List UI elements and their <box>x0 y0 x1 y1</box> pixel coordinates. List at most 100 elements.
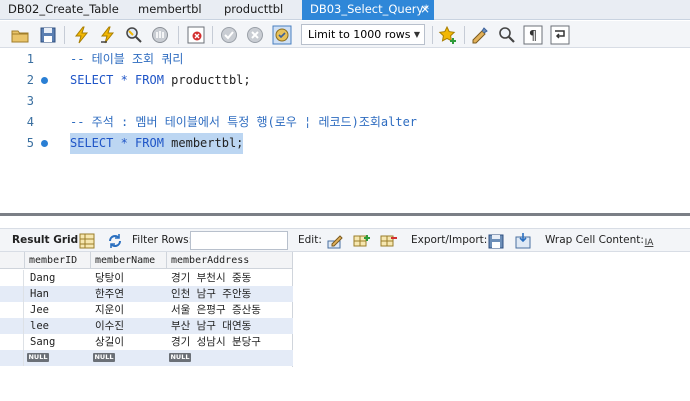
bookmark-star-icon[interactable] <box>438 25 458 45</box>
result-toolbar: Result Grid Filter Rows: Edit: Export/Im… <box>0 228 690 252</box>
code-text: -- 테이블 조회 쿼리 <box>70 52 184 66</box>
cell-memberaddress[interactable]: 인천 남구 주안동 <box>171 286 251 302</box>
save-icon[interactable] <box>38 25 58 45</box>
find-icon[interactable] <box>497 25 517 45</box>
cell-memberid[interactable]: lee <box>30 318 49 334</box>
cell-membername[interactable]: 상길이 <box>95 334 124 350</box>
autocommit-icon[interactable] <box>272 25 292 45</box>
tab-label: DB02_Create_Table <box>8 2 119 16</box>
table-row[interactable]: Dang 당탕이 경기 부천시 중동 <box>0 270 293 286</box>
editor-line: 1 -- 테이블 조회 쿼리 <box>0 49 690 70</box>
selected-code-text: SELECT * FROM membertbl; <box>70 133 244 154</box>
add-row-icon[interactable] <box>353 232 371 250</box>
row-marker <box>0 318 24 334</box>
table-row[interactable]: Sang 상길이 경기 성남시 분당구 <box>0 334 293 350</box>
new-row[interactable]: NULL NULL NULL <box>0 350 293 366</box>
cell-memberid[interactable]: Jee <box>30 302 49 318</box>
tab-db03-select-query[interactable]: DB03_Select_Query* <box>302 0 434 20</box>
toggle-error-icon[interactable] <box>186 25 206 45</box>
cell-membername[interactable]: 지운이 <box>95 302 124 318</box>
cell-memberaddress[interactable]: 부산 남구 대연동 <box>171 318 251 334</box>
cell-membername[interactable]: 당탕이 <box>95 270 124 286</box>
filter-rows-label: Filter Rows: <box>132 234 193 246</box>
column-header-membername[interactable]: memberName <box>91 252 167 269</box>
refresh-icon[interactable] <box>106 232 124 250</box>
result-panel-empty-area <box>0 367 690 401</box>
toolbar-divider <box>212 26 213 44</box>
cell-memberaddress[interactable]: 경기 부천시 중동 <box>171 270 251 286</box>
cell-memberaddress[interactable]: 경기 성남시 분당구 <box>171 334 261 350</box>
tab-label: DB03_Select_Query* <box>310 2 430 16</box>
table-row[interactable]: Jee 지운이 서울 은평구 증산동 <box>0 302 293 318</box>
limit-rows-value: Limit to 1000 rows <box>308 28 411 41</box>
edit-row-icon[interactable] <box>326 232 344 250</box>
row-marker <box>0 286 24 302</box>
close-tab-icon[interactable]: × <box>418 0 432 20</box>
delete-row-icon[interactable] <box>380 232 398 250</box>
editor-line: 5 SELECT * FROM membertbl; <box>0 133 690 154</box>
row-marker <box>0 302 24 318</box>
cell-memberid[interactable]: Han <box>30 286 49 302</box>
toolbar-divider <box>178 26 179 44</box>
export-import-label: Export/Import: <box>411 234 488 246</box>
line-number: 4 <box>26 115 34 129</box>
null-badge[interactable]: NULL <box>169 353 191 362</box>
toolbar-divider <box>64 26 65 44</box>
grid-view-icon[interactable] <box>78 232 96 250</box>
chevron-down-icon: ▼ <box>413 30 420 39</box>
invisible-chars-icon[interactable]: ¶ <box>523 25 543 45</box>
limit-rows-select[interactable]: Limit to 1000 rows ▼ <box>301 24 425 45</box>
cell-memberid[interactable]: Sang <box>30 334 55 350</box>
edit-label: Edit: <box>298 234 322 246</box>
line-number: 1 <box>26 52 34 66</box>
panel-splitter[interactable] <box>0 208 690 228</box>
result-grid[interactable]: memberID memberName memberAddress Dang 당… <box>0 252 293 367</box>
open-folder-icon[interactable] <box>10 25 30 45</box>
wrap-icon[interactable] <box>550 25 570 45</box>
tab-bar: DB02_Create_Table membertbl producttbl D… <box>0 0 690 20</box>
tab-membertbl[interactable]: membertbl <box>130 0 210 20</box>
cell-membername[interactable]: 한주연 <box>95 286 124 302</box>
rollback-icon[interactable] <box>245 25 265 45</box>
import-icon[interactable] <box>514 232 532 250</box>
line-number: 3 <box>26 94 34 108</box>
table-row[interactable]: lee 이수진 부산 남구 대연동 <box>0 318 293 334</box>
execute-line-icon[interactable] <box>98 25 118 45</box>
tab-label: producttbl <box>224 2 284 16</box>
cell-memberid[interactable]: Dang <box>30 270 55 286</box>
null-badge[interactable]: NULL <box>93 353 115 362</box>
null-badge[interactable]: NULL <box>27 353 49 362</box>
execute-icon[interactable] <box>72 25 92 45</box>
stop-icon[interactable] <box>150 25 170 45</box>
explain-icon[interactable] <box>124 25 144 45</box>
cell-membername[interactable]: 이수진 <box>95 318 124 334</box>
export-icon[interactable] <box>487 232 505 250</box>
result-grid-label[interactable]: Result Grid <box>12 229 78 252</box>
wrap-cell-icon[interactable]: IA <box>640 232 658 250</box>
line-number: 5 <box>26 136 34 150</box>
grid-corner-header <box>0 252 25 269</box>
tab-label: membertbl <box>138 2 202 16</box>
row-marker <box>0 334 24 350</box>
sql-editor[interactable]: 1 -- 테이블 조회 쿼리 2 SELECT * FROM producttb… <box>0 48 690 208</box>
row-marker <box>0 350 24 366</box>
tab-db02-create-table[interactable]: DB02_Create_Table <box>0 0 130 20</box>
code-text: -- 주석 : 멤버 테이블에서 특정 행(로우 ¦ 레코드)조회alter <box>70 115 418 129</box>
cell-memberaddress[interactable]: 서울 은평구 증산동 <box>171 302 261 318</box>
svg-text:IA: IA <box>645 238 655 248</box>
editor-toolbar: Limit to 1000 rows ▼ ¶ <box>0 21 690 48</box>
editor-line: 4 -- 주석 : 멤버 테이블에서 특정 행(로우 ¦ 레코드)조회alter <box>0 112 690 133</box>
code-text: SELECT * FROM producttbl; <box>70 73 251 87</box>
statement-marker-icon <box>41 140 48 147</box>
beautify-icon[interactable] <box>470 25 490 45</box>
splitter-bar[interactable] <box>0 213 690 216</box>
column-header-memberaddress[interactable]: memberAddress <box>167 252 293 269</box>
tab-producttbl[interactable]: producttbl <box>216 0 298 20</box>
svg-text:¶: ¶ <box>529 29 537 44</box>
table-row[interactable]: Han 한주연 인천 남구 주안동 <box>0 286 293 302</box>
toolbar-divider <box>464 26 465 44</box>
editor-line: 3 <box>0 91 690 112</box>
filter-rows-input[interactable] <box>190 231 288 250</box>
commit-icon[interactable] <box>219 25 239 45</box>
column-header-memberid[interactable]: memberID <box>25 252 91 269</box>
